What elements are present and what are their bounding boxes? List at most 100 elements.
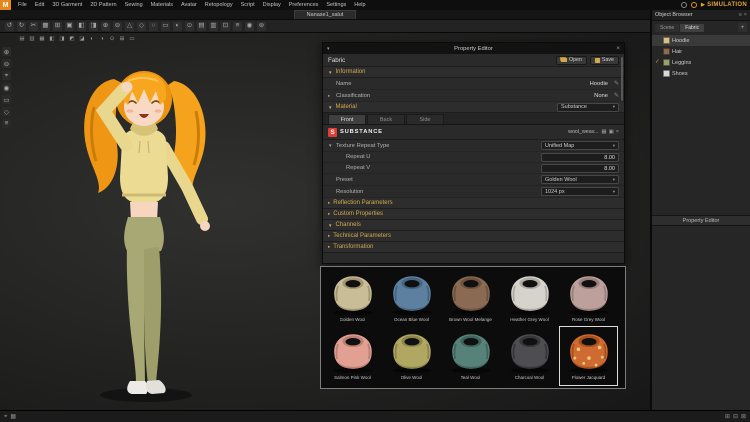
status-left-icon-0[interactable]: ⌖ (4, 414, 7, 420)
toolbar-icon-5[interactable]: ▣ (65, 21, 74, 31)
caret-down-icon[interactable]: ▼ (328, 143, 333, 148)
window-tab[interactable]: Nanase1_salut (293, 10, 357, 19)
repeat-u-input[interactable]: 8.00 (541, 152, 619, 162)
material-thumb-teal-wool[interactable]: Teal Wool (442, 327, 499, 385)
toolbar-icon-9[interactable]: ⊖ (113, 21, 122, 31)
material-type-dropdown[interactable]: Substance ▾ (557, 102, 619, 112)
substance-file-name[interactable]: wool_weav... (568, 129, 598, 135)
menu-item-2d-pattern[interactable]: 2D Pattern (86, 0, 120, 10)
toolbar-icon-1[interactable]: ↻ (17, 21, 26, 31)
material-thumb-salmon-pink-wool[interactable]: Salmon Pink Wool (324, 327, 381, 385)
reflection-parameters-header[interactable]: ▸ Reflection Parameters (323, 198, 624, 209)
simulation-button[interactable]: ▶ SIMULATION (701, 2, 747, 8)
material-section-header[interactable]: ▼ Material Substance ▾ (323, 102, 624, 113)
view-toolbar-icon-1[interactable]: ▥ (28, 35, 36, 43)
edit-icon[interactable]: ✎ (611, 92, 619, 99)
property-editor-collapsed-header[interactable]: Property Editor (652, 215, 750, 226)
toolbar-icon-12[interactable]: ○ (149, 21, 158, 31)
side-toolbar-icon-6[interactable]: ≡ (2, 119, 11, 128)
toolbar-icon-6[interactable]: ◧ (77, 21, 86, 31)
substance-icon-1[interactable]: ▣ (609, 129, 614, 135)
object-browser-tab-fabric[interactable]: Fabric (680, 23, 705, 32)
toolbar-icon-16[interactable]: ▤ (197, 21, 206, 31)
toolbar-icon-2[interactable]: ✂ (29, 21, 38, 31)
name-value[interactable]: Hoodie (590, 81, 608, 87)
material-tab-side[interactable]: Side (406, 114, 444, 124)
material-thumb-flower-jacquard[interactable]: Flower Jacquard (559, 326, 618, 386)
menu-item-sewing[interactable]: Sewing (121, 0, 147, 10)
information-section-header[interactable]: ▼ Information (323, 67, 624, 78)
substance-icon-0[interactable]: ▦ (601, 129, 606, 135)
toolbar-icon-7[interactable]: ◨ (89, 21, 98, 31)
fabric-item-hair[interactable]: Hair (652, 46, 750, 57)
side-toolbar-icon-1[interactable]: ⊖ (2, 59, 11, 68)
toolbar-icon-3[interactable]: ▦ (41, 21, 50, 31)
resolution-dropdown[interactable]: 1024 px ▾ (541, 187, 619, 196)
material-thumb-heather-grey-wool[interactable]: Heather Grey Wool (501, 269, 558, 327)
material-thumb-olive-wool[interactable]: Olive Wool (383, 327, 440, 385)
menu-item-edit[interactable]: Edit (31, 0, 48, 10)
add-fabric-button[interactable]: + (738, 23, 747, 32)
toolbar-icon-11[interactable]: ◇ (137, 21, 146, 31)
material-tab-front[interactable]: Front (328, 114, 366, 124)
view-toolbar-icon-0[interactable]: ▤ (18, 35, 26, 43)
menu-item-settings[interactable]: Settings (322, 0, 350, 10)
toolbar-icon-21[interactable]: ⊚ (257, 21, 266, 31)
substance-icon-2[interactable]: × (616, 129, 619, 135)
channels-section-header[interactable]: ▼ Channels (323, 220, 624, 231)
toolbar-icon-18[interactable]: ⊡ (221, 21, 230, 31)
menu-item-materials[interactable]: Materials (147, 0, 177, 10)
save-button[interactable]: Save (589, 55, 619, 65)
status-right-icon-2[interactable]: ⊠ (741, 414, 746, 420)
account-icon[interactable] (680, 2, 687, 8)
menu-item-script[interactable]: Script (237, 0, 259, 10)
menu-item-display[interactable]: Display (259, 0, 285, 10)
material-thumb-golden-wool[interactable]: Golden Wool (324, 269, 381, 327)
toolbar-icon-15[interactable]: ⊙ (185, 21, 194, 31)
repeat-v-input[interactable]: 8.00 (541, 163, 619, 173)
menu-icon[interactable]: ≡ (739, 12, 742, 18)
open-button[interactable]: Open (555, 55, 587, 65)
material-thumb-rose-grey-wool[interactable]: Rose Grey Wool (560, 269, 617, 327)
toolbar-icon-20[interactable]: ◉ (245, 21, 254, 31)
menu-item-avatar[interactable]: Avatar (177, 0, 201, 10)
menu-item-retopology[interactable]: Retopology (201, 0, 237, 10)
status-left-icon-1[interactable]: ▦ (10, 414, 16, 420)
preset-dropdown[interactable]: Golden Wool ▾ (541, 175, 619, 184)
side-toolbar-icon-0[interactable]: ⊕ (2, 47, 11, 56)
side-toolbar-icon-2[interactable]: ⌖ (2, 71, 11, 80)
fabric-item-shoes[interactable]: Shoes (652, 68, 750, 79)
side-toolbar-icon-4[interactable]: ▭ (2, 95, 11, 104)
status-right-icon-0[interactable]: ⊞ (725, 414, 730, 420)
material-thumb-charcoal-wool[interactable]: Charcoal Wool (501, 327, 558, 385)
side-toolbar-icon-5[interactable]: ◇ (2, 107, 11, 116)
toolbar-icon-0[interactable]: ↺ (5, 21, 14, 31)
material-thumb-ocean-blue-wool[interactable]: Ocean Blue Wool (383, 269, 440, 327)
technical-parameters-header[interactable]: ▸ Technical Parameters (323, 231, 624, 242)
notification-icon[interactable] (690, 2, 697, 8)
menu-item-3d-garment[interactable]: 3D Garment (48, 0, 86, 10)
avatar-3d[interactable] (42, 37, 267, 409)
status-right-icon-1[interactable]: ⊟ (733, 414, 738, 420)
menu-item-file[interactable]: File (14, 0, 31, 10)
texture-repeat-dropdown[interactable]: Unified Map ▾ (541, 141, 619, 150)
classification-value[interactable]: None (594, 93, 608, 99)
toolbar-icon-19[interactable]: ≡ (233, 21, 242, 31)
scrollbar[interactable] (621, 57, 623, 101)
fabric-item-leggins[interactable]: ✓ Leggins (652, 57, 750, 68)
toolbar-icon-17[interactable]: ▥ (209, 21, 218, 31)
menu-item-preferences[interactable]: Preferences (285, 0, 323, 10)
material-tab-back[interactable]: Back (367, 114, 405, 124)
app-logo[interactable]: M (0, 0, 11, 10)
menu-item-help[interactable]: Help (350, 0, 369, 10)
close-icon[interactable]: × (744, 12, 747, 18)
caret-right-icon[interactable]: ▸ (328, 93, 333, 99)
edit-icon[interactable]: ✎ (611, 80, 619, 87)
toolbar-icon-14[interactable]: ◐ (173, 21, 182, 31)
close-icon[interactable]: × (612, 45, 620, 52)
object-browser-tab-scene[interactable]: Scene (655, 23, 680, 32)
fabric-item-hoodie[interactable]: Hoodie (652, 35, 750, 46)
custom-properties-header[interactable]: ▸ Custom Properties (323, 209, 624, 220)
material-thumb-brown-wool-melange[interactable]: Brown Wool Melange (442, 269, 499, 327)
toolbar-icon-4[interactable]: ⊞ (53, 21, 62, 31)
